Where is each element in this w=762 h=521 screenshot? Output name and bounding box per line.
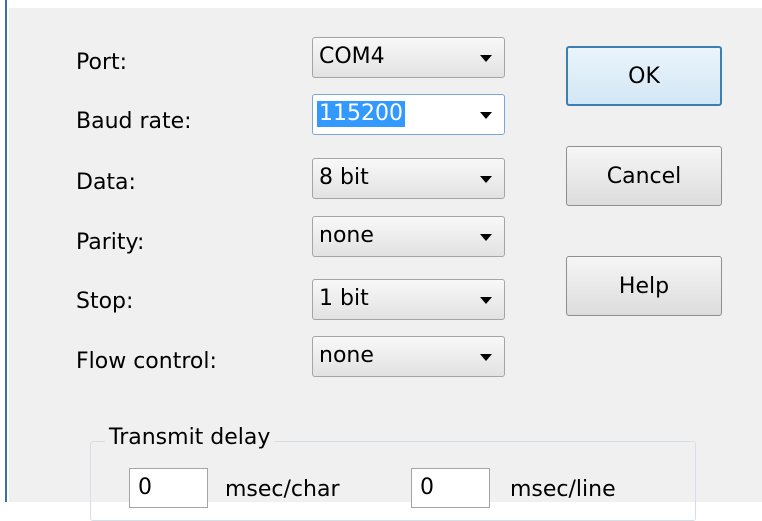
chevron-down-icon (480, 297, 492, 304)
stop-value: 1 bit (319, 286, 369, 311)
transmit-delay-title: Transmit delay (105, 425, 275, 451)
port-value: COM4 (319, 44, 385, 69)
line-delay-value[interactable]: 0 (420, 475, 434, 501)
stop-label: Stop: (76, 289, 134, 314)
window-border (0, 0, 7, 502)
line-delay-input[interactable]: 0 (411, 468, 490, 508)
help-button[interactable]: Help (566, 256, 722, 316)
flow-control-value: none (319, 343, 374, 368)
ok-button[interactable]: OK (566, 46, 722, 106)
data-value: 8 bit (319, 165, 369, 190)
stop-dropdown[interactable]: 1 bit (312, 279, 505, 320)
char-delay-unit: msec/char (225, 477, 340, 502)
baud-rate-value[interactable]: 115200 (317, 101, 405, 127)
baud-rate-combobox[interactable]: 115200 (312, 94, 505, 135)
port-label: Port: (76, 50, 128, 75)
chevron-down-icon (480, 234, 492, 241)
chevron-down-icon[interactable] (480, 112, 492, 119)
flow-control-label: Flow control: (76, 349, 217, 374)
char-delay-input[interactable]: 0 (129, 468, 208, 508)
flow-control-dropdown[interactable]: none (312, 336, 505, 377)
chevron-down-icon (480, 354, 492, 361)
chevron-down-icon (480, 55, 492, 62)
line-delay-unit: msec/line (510, 477, 616, 502)
serial-port-setup-dialog: Port: COM4 Baud rate: 115200 Data: 8 bit… (9, 8, 762, 521)
parity-value: none (319, 223, 374, 248)
cancel-button[interactable]: Cancel (566, 146, 722, 206)
parity-dropdown[interactable]: none (312, 216, 505, 257)
char-delay-value[interactable]: 0 (138, 475, 152, 501)
chevron-down-icon (480, 176, 492, 183)
data-label: Data: (76, 170, 136, 195)
port-dropdown[interactable]: COM4 (312, 37, 505, 78)
data-dropdown[interactable]: 8 bit (312, 158, 505, 199)
parity-label: Parity: (76, 230, 145, 255)
baud-rate-label: Baud rate: (76, 109, 192, 134)
